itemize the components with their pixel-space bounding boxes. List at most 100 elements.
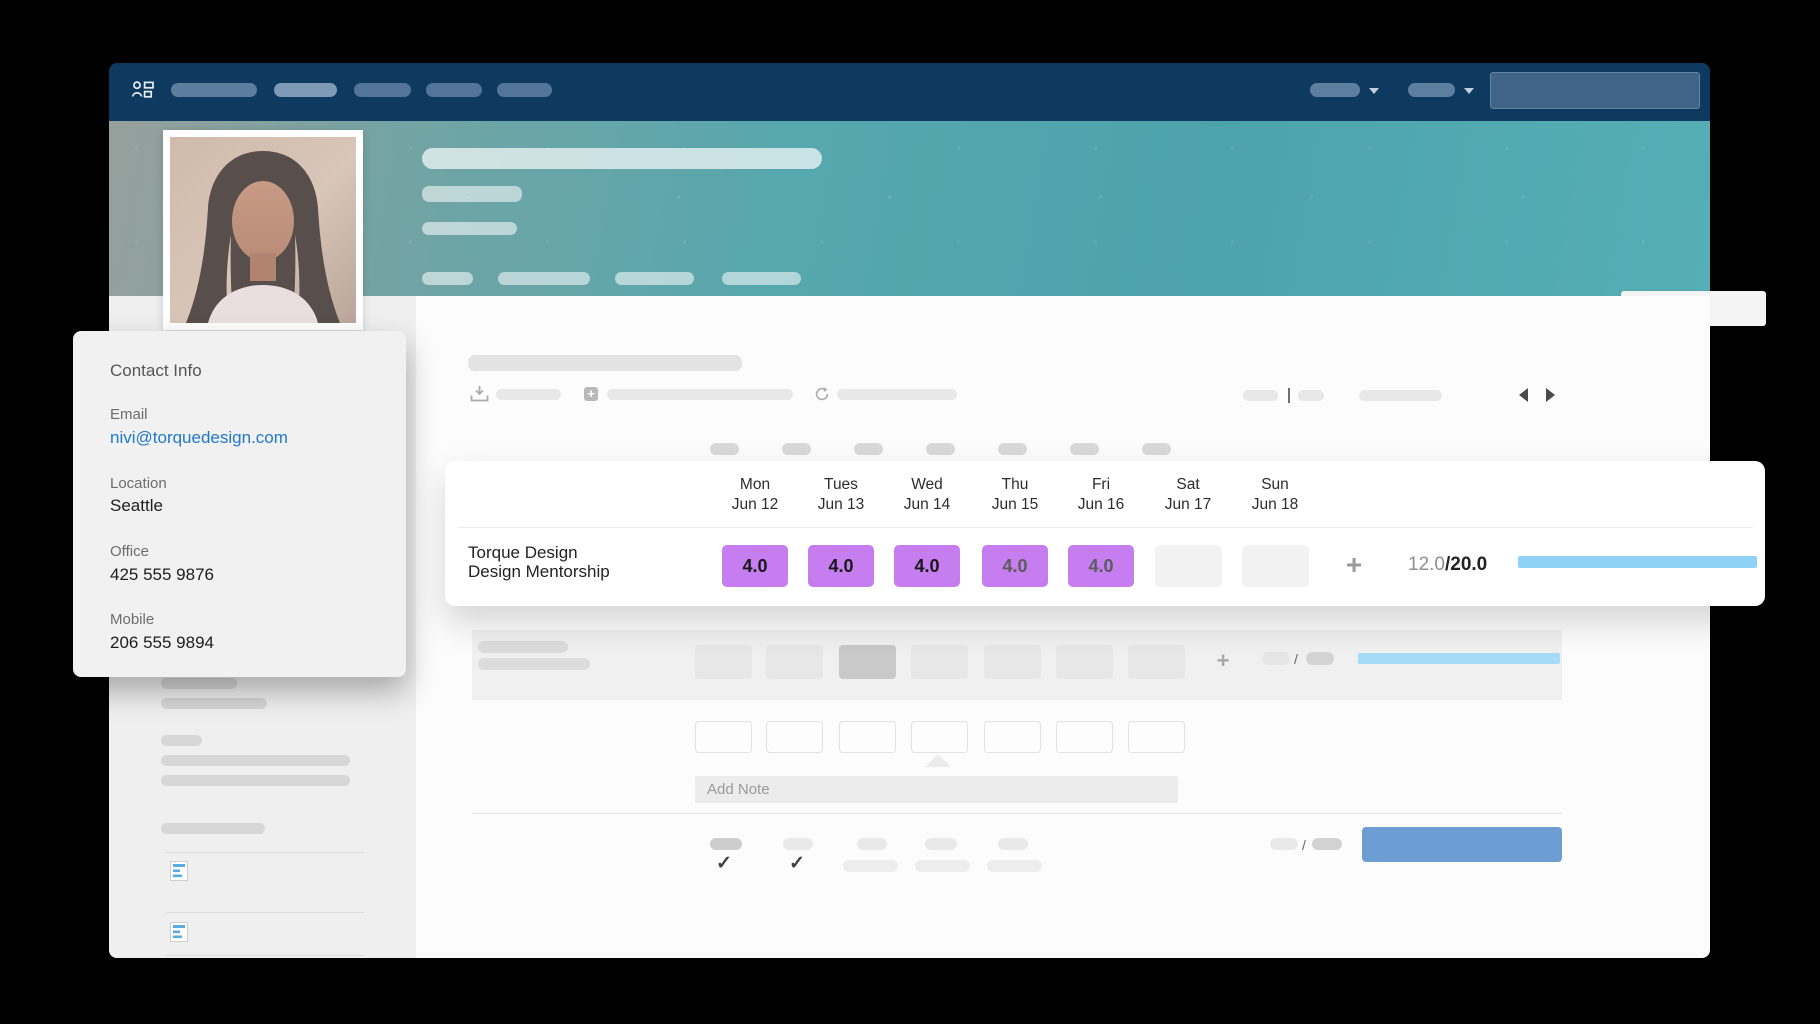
timesheet-row-card: MonJun 12 TuesJun 13 WedJun 14 ThuJun 15… xyxy=(445,461,1765,606)
hours-cell-fri[interactable]: 4.0 xyxy=(1068,545,1134,587)
previous-week-arrow[interactable] xyxy=(1519,388,1528,402)
location-value: Seattle xyxy=(110,496,163,516)
nav-item-4[interactable] xyxy=(426,83,482,97)
status-col-placeholder xyxy=(998,838,1028,850)
hours-cell-mon[interactable]: 4.0 xyxy=(722,545,788,587)
hours-cell-sun[interactable] xyxy=(1242,545,1309,587)
chevron-down-icon[interactable] xyxy=(1369,88,1379,94)
summary-separator: / xyxy=(1302,837,1306,853)
email-link[interactable]: nivi@torquedesign.com xyxy=(110,428,288,448)
day-placeholder xyxy=(998,443,1027,455)
download-icon[interactable] xyxy=(470,385,489,407)
checkmark-icon: ✓ xyxy=(716,852,732,875)
background-hours-cell xyxy=(695,645,752,679)
background-capacity-placeholder xyxy=(1306,652,1334,665)
contact-card-title: Contact Info xyxy=(110,361,202,381)
day-header: FriJun 16 xyxy=(1058,475,1144,515)
navbar-search-input[interactable] xyxy=(1490,72,1700,109)
checkmark-icon: ✓ xyxy=(789,852,805,875)
divider xyxy=(472,813,1562,814)
background-hours-cell xyxy=(984,645,1041,679)
entry-input-cell[interactable] xyxy=(984,721,1041,753)
mobile-phone-value: 206 555 9894 xyxy=(110,633,214,653)
divider xyxy=(166,852,364,853)
hours-cell-sat[interactable] xyxy=(1155,545,1222,587)
entry-input-cell[interactable] xyxy=(1056,721,1113,753)
entry-input-cell[interactable] xyxy=(695,721,752,753)
profile-meta-placeholder xyxy=(615,272,694,285)
day-placeholder xyxy=(710,443,739,455)
profile-meta-placeholder xyxy=(722,272,801,285)
add-note-input[interactable] xyxy=(695,776,1178,803)
profile-subtitle-placeholder xyxy=(422,222,517,235)
entry-input-cell[interactable] xyxy=(911,721,968,753)
day-header: SunJun 18 xyxy=(1232,475,1318,515)
day-header: ThuJun 15 xyxy=(972,475,1058,515)
background-hours-cell xyxy=(911,645,968,679)
status-placeholder xyxy=(915,860,970,872)
office-label: Office xyxy=(110,543,149,560)
email-label: Email xyxy=(110,406,148,423)
status-col-placeholder xyxy=(925,838,957,850)
pager-placeholder xyxy=(1359,390,1442,401)
status-placeholder xyxy=(843,860,898,872)
navbar-dropdown-2[interactable] xyxy=(1408,83,1455,97)
day-placeholder xyxy=(1070,443,1099,455)
next-week-arrow[interactable] xyxy=(1546,388,1555,402)
section-title-placeholder xyxy=(468,355,742,371)
nav-item-1[interactable] xyxy=(171,83,257,97)
background-hours-cell xyxy=(1056,645,1113,679)
sidebar-placeholder xyxy=(161,755,350,766)
status-col-placeholder xyxy=(857,838,887,850)
document-list-icon[interactable] xyxy=(170,922,188,947)
total-capacity: 20.0 xyxy=(1450,554,1487,575)
profile-subtitle-placeholder xyxy=(422,186,522,202)
add-entry-button[interactable]: + xyxy=(1338,549,1370,581)
hours-cell-tues[interactable]: 4.0 xyxy=(808,545,874,587)
profile-meta-placeholder xyxy=(422,272,473,285)
background-total-separator: / xyxy=(1294,651,1298,667)
background-hours-cell xyxy=(1128,645,1185,679)
history-refresh-icon[interactable] xyxy=(814,386,830,407)
row-label-placeholder xyxy=(478,658,590,670)
status-placeholder xyxy=(987,860,1042,872)
entry-input-cell[interactable] xyxy=(766,721,823,753)
nav-item-3[interactable] xyxy=(354,83,411,97)
chevron-down-icon[interactable] xyxy=(1464,88,1474,94)
location-label: Location xyxy=(110,475,167,492)
nav-item-5[interactable] xyxy=(497,83,552,97)
pager-placeholder xyxy=(1298,390,1324,401)
submit-timesheet-button[interactable] xyxy=(1362,827,1562,862)
day-placeholder xyxy=(782,443,811,455)
day-header: TuesJun 13 xyxy=(798,475,884,515)
document-list-icon[interactable] xyxy=(170,861,188,886)
day-header: WedJun 14 xyxy=(884,475,970,515)
mobile-label: Mobile xyxy=(110,611,154,628)
hours-cell-wed[interactable]: 4.0 xyxy=(894,545,960,587)
day-placeholder xyxy=(854,443,883,455)
add-square-icon[interactable]: + xyxy=(584,387,598,401)
hours-cell-thu[interactable]: 4.0 xyxy=(982,545,1048,587)
divider xyxy=(166,912,364,913)
toolbar-placeholder xyxy=(607,389,793,400)
top-navbar xyxy=(109,63,1710,121)
sidebar-placeholder xyxy=(161,775,350,786)
toolbar-placeholder xyxy=(837,389,957,400)
background-hours-cell-selected xyxy=(839,645,896,679)
sidebar-placeholder xyxy=(161,735,202,746)
background-add-entry-button: + xyxy=(1210,648,1236,674)
summary-capacity-placeholder xyxy=(1312,838,1342,850)
note-tooltip-caret xyxy=(925,754,951,767)
contact-info-card: Contact Info Email nivi@torquedesign.com… xyxy=(73,331,406,677)
divider xyxy=(166,955,364,956)
people-directory-icon[interactable] xyxy=(131,79,155,108)
entry-input-cell[interactable] xyxy=(1128,721,1185,753)
navbar-dropdown-1[interactable] xyxy=(1310,83,1360,97)
background-progress-bar xyxy=(1358,653,1560,664)
toolbar-placeholder xyxy=(496,389,561,400)
entry-input-cell[interactable] xyxy=(839,721,896,753)
sidebar-placeholder xyxy=(161,678,237,689)
nav-item-2[interactable] xyxy=(274,83,337,97)
day-header: SatJun 17 xyxy=(1145,475,1231,515)
day-placeholder xyxy=(1142,443,1171,455)
